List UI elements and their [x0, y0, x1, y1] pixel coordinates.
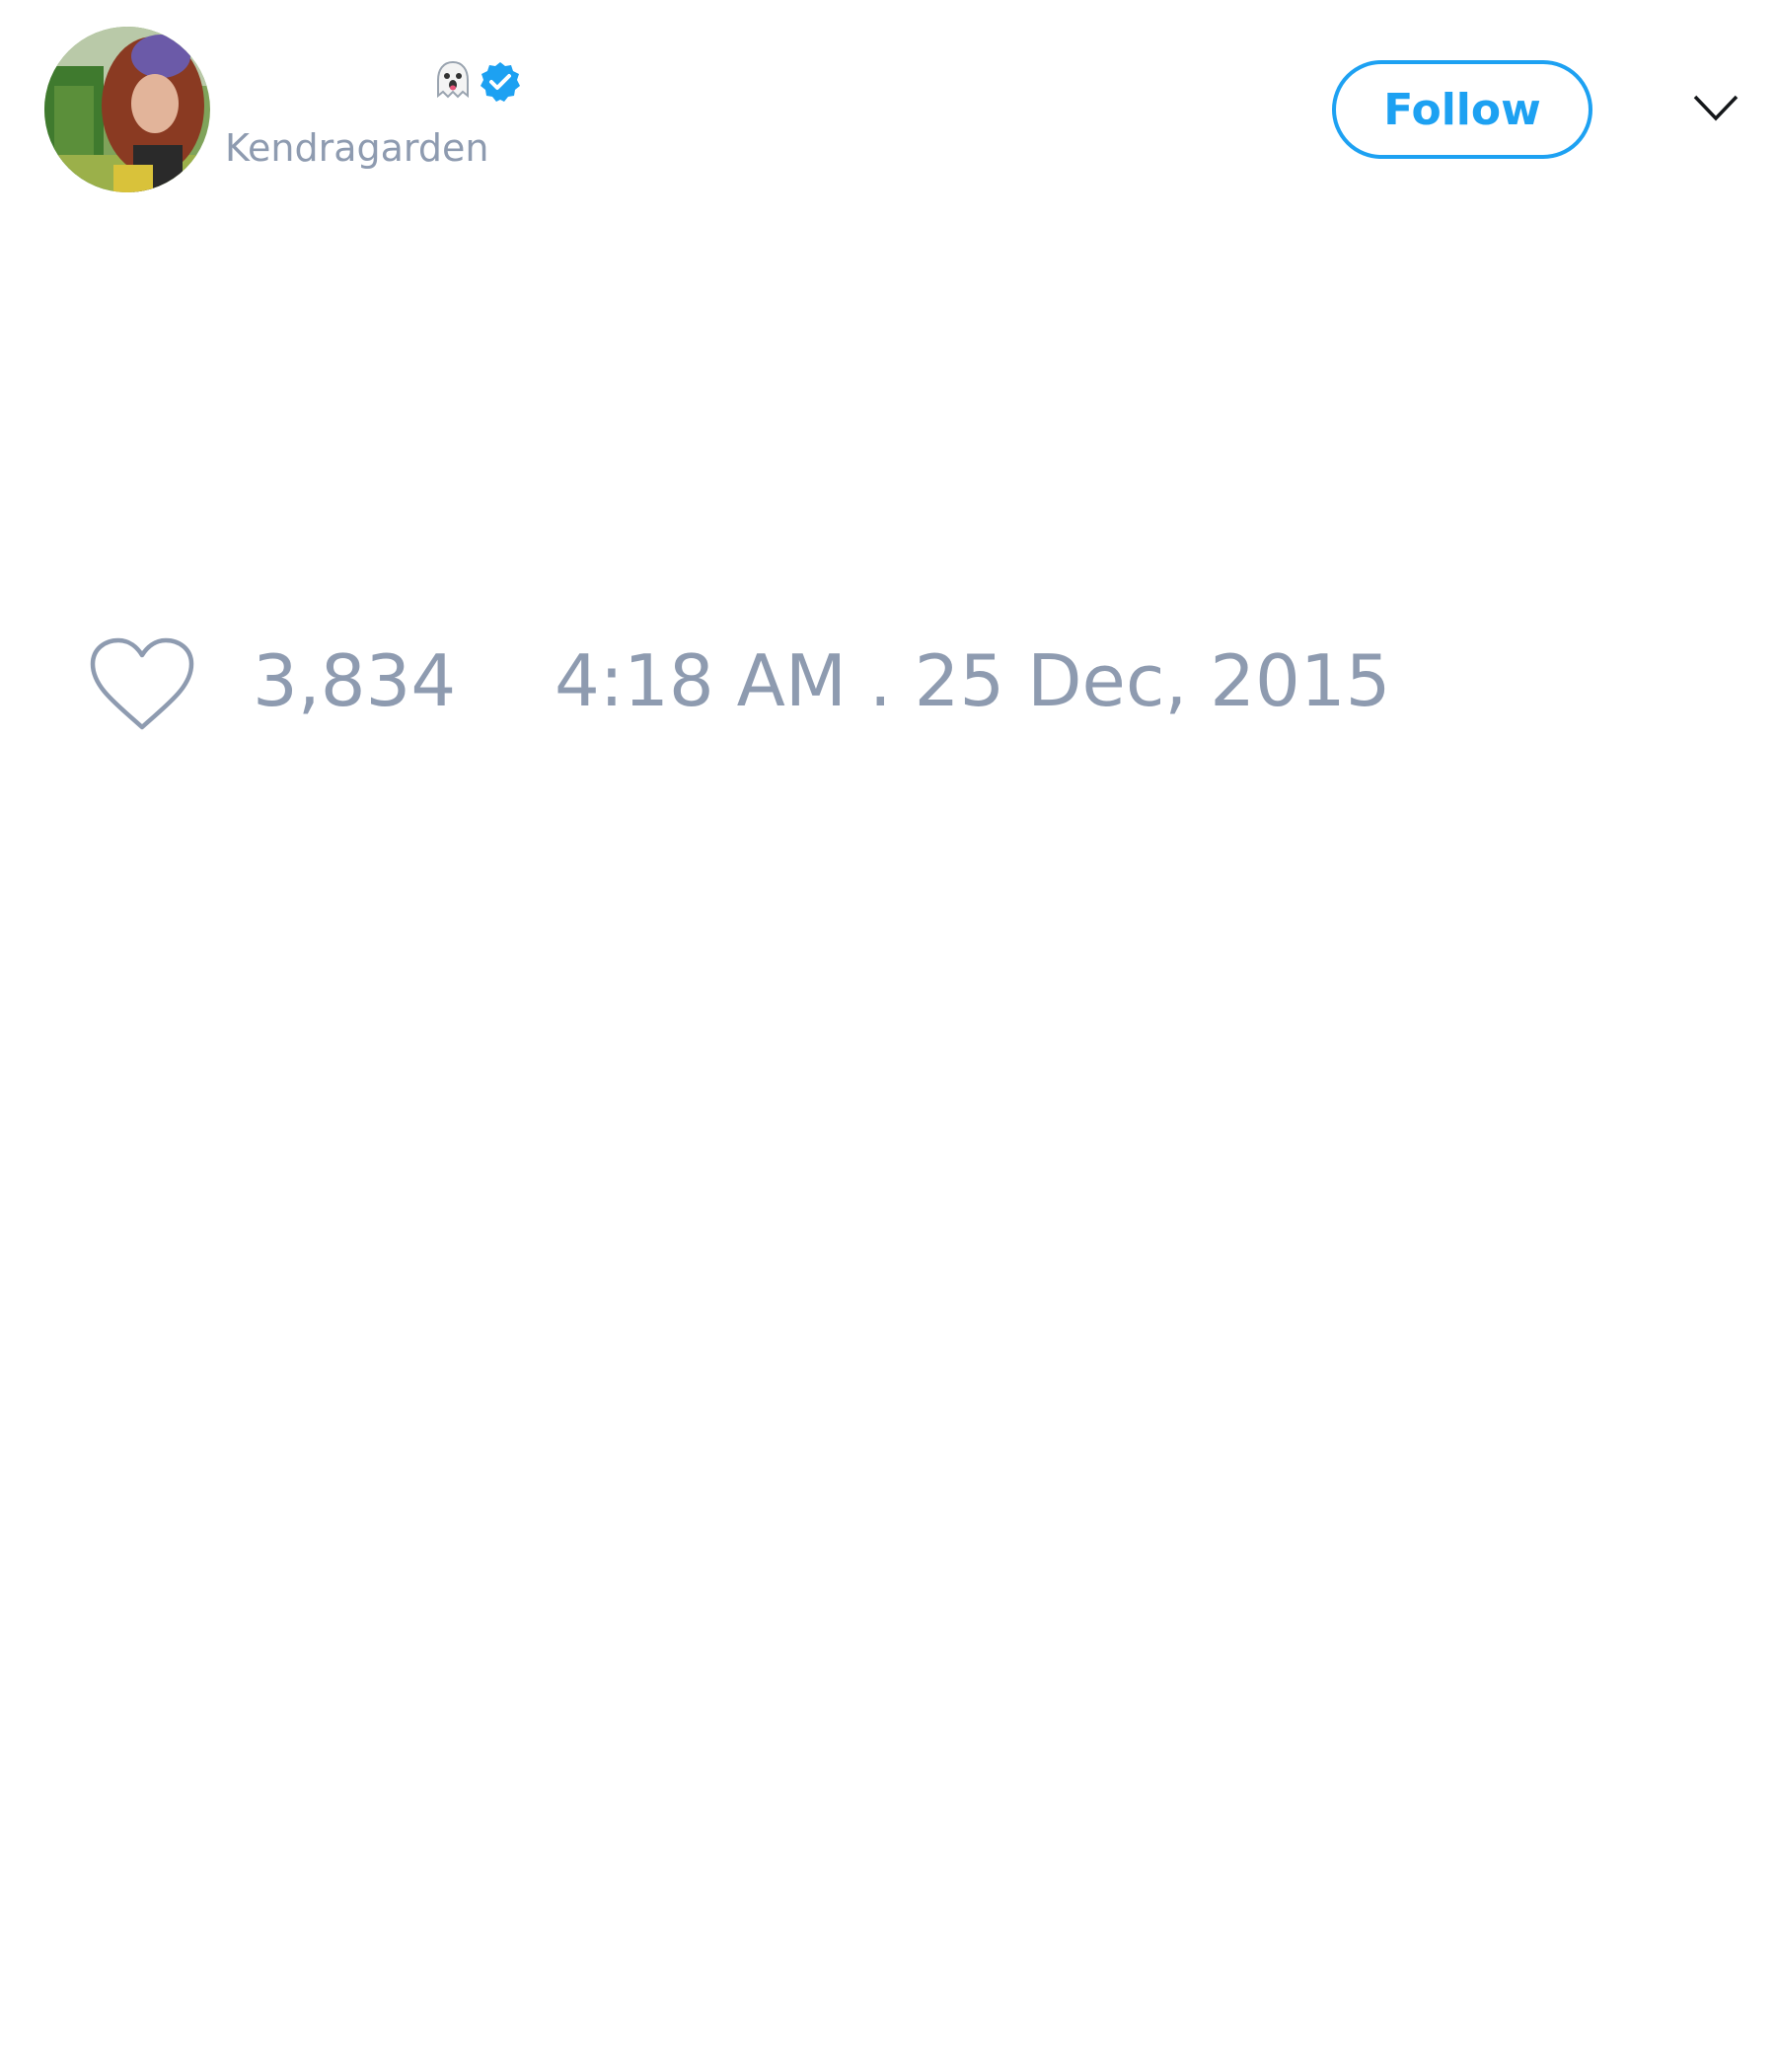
author-display-name[interactable] — [225, 62, 435, 102]
tweet-header: Kendragarden Follow — [0, 0, 1776, 217]
author-name-line — [225, 57, 522, 107]
heart-outline-icon[interactable] — [89, 636, 195, 733]
avatar-image — [44, 27, 210, 192]
ghost-emoji-icon — [435, 60, 471, 104]
avatar[interactable] — [44, 27, 210, 192]
tweet-timestamp[interactable]: 4:18 AM . 25 Dec, 2015 — [555, 641, 1390, 720]
follow-button[interactable]: Follow — [1332, 60, 1592, 159]
chevron-down-icon[interactable] — [1692, 89, 1739, 128]
author-handle[interactable]: Kendragarden — [225, 126, 488, 170]
like-count: 3,834 — [253, 639, 457, 722]
verified-badge-icon — [479, 60, 522, 104]
